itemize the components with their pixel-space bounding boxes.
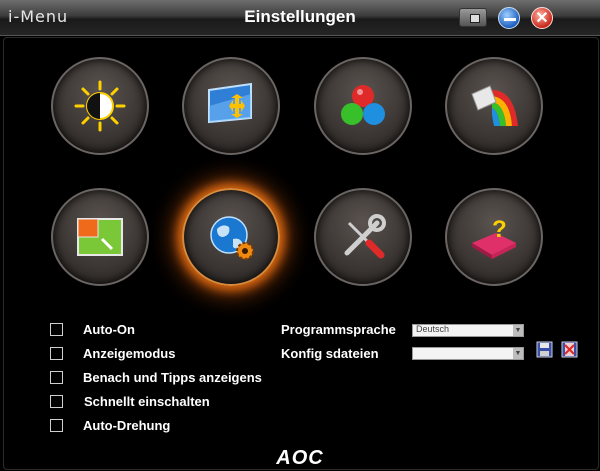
config-files-label: Konfig sdateien bbox=[281, 346, 379, 361]
quick-start-checkbox[interactable] bbox=[50, 395, 63, 408]
save-config-button[interactable] bbox=[536, 341, 553, 358]
tools-icon bbox=[344, 214, 386, 259]
quick-start-label: Schnellt einschalten bbox=[84, 394, 210, 409]
display-mode-checkbox[interactable] bbox=[50, 347, 63, 360]
tile-extra-settings[interactable] bbox=[182, 188, 280, 286]
color-paint-icon bbox=[471, 85, 518, 126]
language-label: Programmsprache bbox=[281, 322, 396, 337]
auto-rotate-checkbox[interactable] bbox=[50, 419, 63, 432]
notifications-checkbox[interactable] bbox=[50, 371, 63, 384]
pip-window-icon bbox=[77, 218, 123, 256]
config-files-select[interactable]: ▼ bbox=[412, 347, 524, 360]
tile-tools[interactable] bbox=[314, 188, 412, 286]
imenu-window: i-Menu Einstellungen ✕ ? Auto-On Anzeige… bbox=[0, 0, 600, 471]
help-book-icon: ? bbox=[472, 216, 516, 259]
aoc-logo: AOC bbox=[276, 447, 324, 469]
auto-on-checkbox[interactable] bbox=[50, 323, 63, 336]
tile-help[interactable]: ? bbox=[445, 188, 543, 286]
tile-color-setup[interactable] bbox=[314, 57, 412, 155]
language-select[interactable]: Deutsch ▼ bbox=[412, 324, 524, 337]
minimize-button[interactable] bbox=[498, 7, 520, 29]
mini-window-button[interactable] bbox=[459, 8, 487, 27]
close-button[interactable]: ✕ bbox=[531, 7, 553, 29]
tile-picture-in-picture[interactable] bbox=[51, 188, 149, 286]
delete-icon bbox=[561, 341, 578, 358]
language-value: Deutsch bbox=[416, 324, 450, 334]
color-balls-icon bbox=[341, 85, 385, 125]
save-icon bbox=[536, 341, 553, 358]
notifications-label: Benach und Tipps anzeigens bbox=[83, 370, 262, 385]
brightness-icon bbox=[74, 80, 126, 132]
chevron-down-icon: ▼ bbox=[513, 325, 523, 336]
delete-config-button[interactable] bbox=[561, 341, 578, 358]
display-mode-label: Anzeigemodus bbox=[83, 346, 176, 361]
svg-text:?: ? bbox=[492, 216, 507, 243]
tile-brightness[interactable] bbox=[51, 57, 149, 155]
picture-boost-icon bbox=[208, 82, 252, 124]
title-bar[interactable]: i-Menu Einstellungen ✕ bbox=[0, 0, 600, 36]
tile-color-paint[interactable] bbox=[445, 57, 543, 155]
auto-rotate-label: Auto-Drehung bbox=[83, 418, 171, 433]
globe-gear-icon bbox=[210, 216, 254, 260]
auto-on-label: Auto-On bbox=[83, 322, 135, 337]
chevron-down-icon: ▼ bbox=[513, 348, 523, 359]
tile-picture-boost[interactable] bbox=[182, 57, 280, 155]
